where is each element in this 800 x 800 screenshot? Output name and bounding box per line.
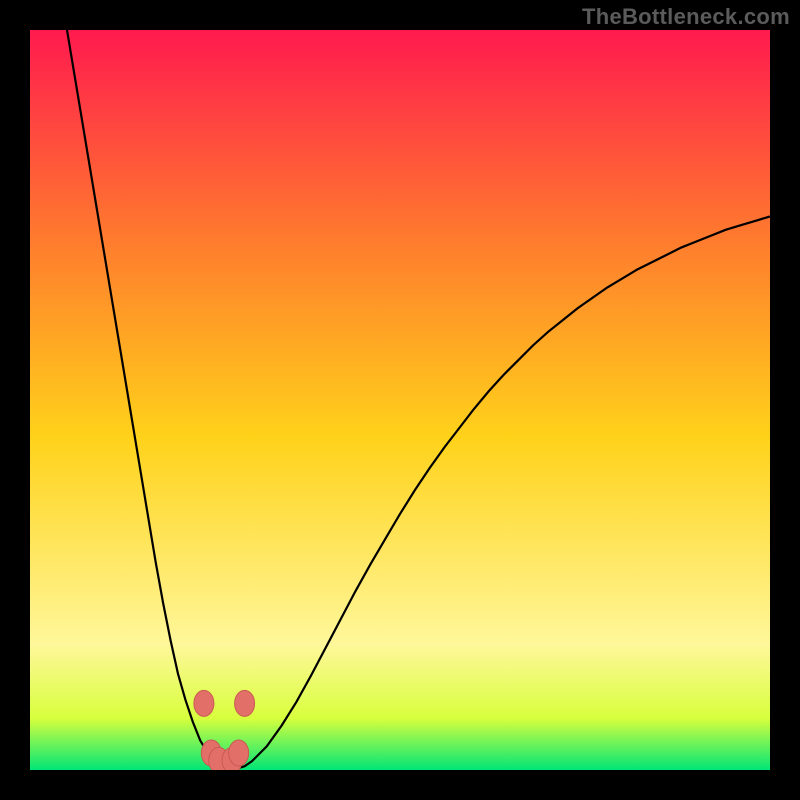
- watermark-text: TheBottleneck.com: [582, 4, 790, 30]
- data-marker: [194, 690, 214, 716]
- bottleneck-chart: [30, 30, 770, 770]
- plot-area: [30, 30, 770, 770]
- data-marker: [229, 740, 249, 766]
- chart-frame: TheBottleneck.com: [0, 0, 800, 800]
- gradient-background: [30, 30, 770, 770]
- data-marker: [235, 690, 255, 716]
